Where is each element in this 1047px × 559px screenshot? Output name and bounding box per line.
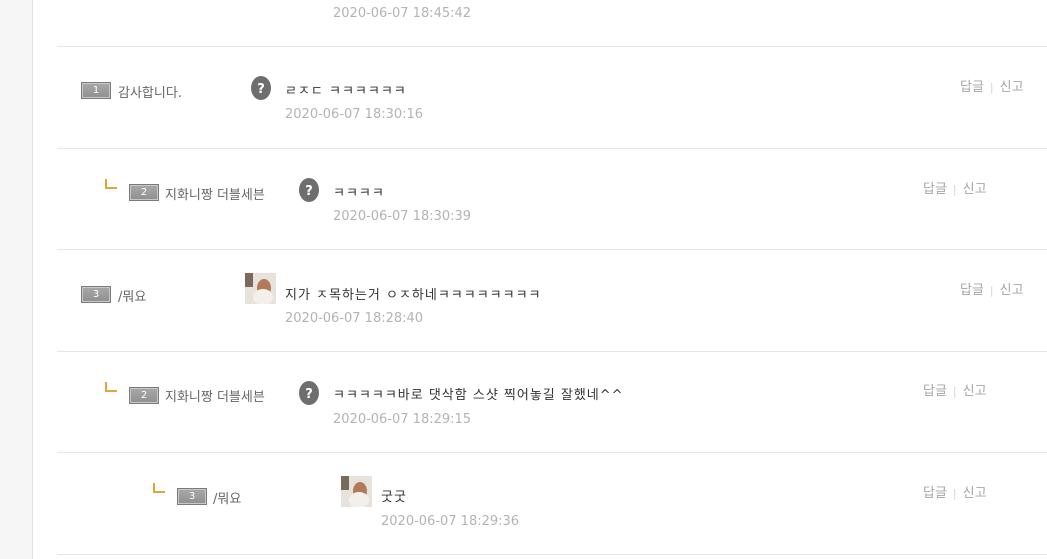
reply-link[interactable]: 답글	[923, 182, 947, 197]
comment-nickname[interactable]: /뭐요	[118, 286, 146, 305]
reply-link[interactable]: 답글	[960, 80, 984, 95]
action-separator: |	[989, 81, 994, 94]
comment-text: ㅋㅋㅋㅋㅋ바로 댓삭함 스샷 찍어놓길 잘했네^^	[333, 388, 624, 403]
action-separator: |	[952, 385, 957, 398]
comment-list: 2020-06-07 18:45:42 1 감사합니다. ? ㄹㅈㄷ ㅋㅋㅋㅋㅋ…	[57, 0, 1047, 559]
comment-nickname[interactable]: /뭐요	[213, 488, 241, 507]
comment-timestamp: 2020-06-07 18:29:36	[381, 514, 520, 529]
comment-actions: 답글 | 신고	[923, 380, 987, 399]
comment-item: 2 지화니짱 더블세븐 ? ㅋㅋㅋㅋㅋ바로 댓삭함 스샷 찍어놓길 잘했네^^ …	[57, 352, 1047, 452]
level-badge: 3	[177, 488, 207, 505]
level-badge: 3	[81, 286, 111, 303]
divider	[57, 554, 1047, 555]
egg-icon: ?	[299, 178, 319, 202]
report-link[interactable]: 신고	[963, 182, 987, 197]
comment-timestamp: 2020-06-07 18:30:16	[285, 107, 424, 122]
reply-link[interactable]: 답글	[923, 486, 947, 501]
comment-actions: 답글 | 신고	[960, 279, 1024, 298]
reply-indent-mark	[105, 382, 117, 392]
action-separator: |	[989, 284, 994, 297]
user-avatar	[341, 476, 372, 507]
comment-actions: 답글 | 신고	[923, 178, 987, 197]
user-avatar	[245, 273, 276, 304]
level-badge: 1	[81, 82, 111, 99]
comment-item: 1 감사합니다. ? ㄹㅈㄷ ㅋㅋㅋㅋㅋㅋ 2020-06-07 18:30:1…	[57, 47, 1047, 148]
comment-item: 3 /뭐요 굿굿 2020-06-07 18:29:36 답글 | 신고	[57, 453, 1047, 553]
reply-indent-mark	[105, 179, 117, 189]
comment-text: ㅋㅋㅋㅋ	[333, 186, 385, 201]
comment-timestamp: 2020-06-07 18:45:42	[333, 6, 472, 21]
reply-indent-mark	[153, 483, 165, 493]
left-rail	[0, 0, 33, 559]
svg-text:?: ?	[257, 82, 265, 97]
comment-nickname[interactable]: 지화니짱 더블세븐	[165, 386, 265, 405]
report-link[interactable]: 신고	[1000, 80, 1024, 95]
comment-nickname[interactable]: 지화니짱 더블세븐	[165, 184, 265, 203]
egg-icon: ?	[251, 76, 271, 100]
report-link[interactable]: 신고	[963, 486, 987, 501]
report-link[interactable]: 신고	[963, 384, 987, 399]
svg-text:?: ?	[305, 184, 313, 199]
comment-text: ㄹㅈㄷ ㅋㅋㅋㅋㅋㅋ	[285, 84, 407, 99]
comment-actions: 답글 | 신고	[923, 482, 987, 501]
comment-timestamp: 2020-06-07 18:30:39	[333, 209, 472, 224]
comment-nickname[interactable]: 감사합니다.	[118, 82, 182, 101]
reply-link[interactable]: 답글	[960, 283, 984, 298]
level-badge: 2	[129, 184, 159, 201]
reply-link[interactable]: 답글	[923, 384, 947, 399]
action-separator: |	[952, 487, 957, 500]
level-badge: 2	[129, 387, 159, 404]
comment-timestamp: 2020-06-07 18:29:15	[333, 412, 472, 427]
comment-text: 굿굿	[381, 490, 407, 505]
report-link[interactable]: 신고	[1000, 283, 1024, 298]
comment-text: 지가 ㅈ목하는거 ㅇㅈ하네ㅋㅋㅋㅋㅋㅋㅋㅋ	[285, 288, 542, 303]
comment-item: 3 /뭐요 지가 ㅈ목하는거 ㅇㅈ하네ㅋㅋㅋㅋㅋㅋㅋㅋ 2020-06-07 1…	[57, 250, 1047, 351]
comment-item: 2 지화니짱 더블세븐 ? ㅋㅋㅋㅋ 2020-06-07 18:30:39 답…	[57, 149, 1047, 249]
svg-text:?: ?	[305, 387, 313, 402]
egg-icon: ?	[299, 381, 319, 405]
comment-timestamp: 2020-06-07 18:28:40	[285, 311, 424, 326]
action-separator: |	[952, 183, 957, 196]
comment-actions: 답글 | 신고	[960, 76, 1024, 95]
